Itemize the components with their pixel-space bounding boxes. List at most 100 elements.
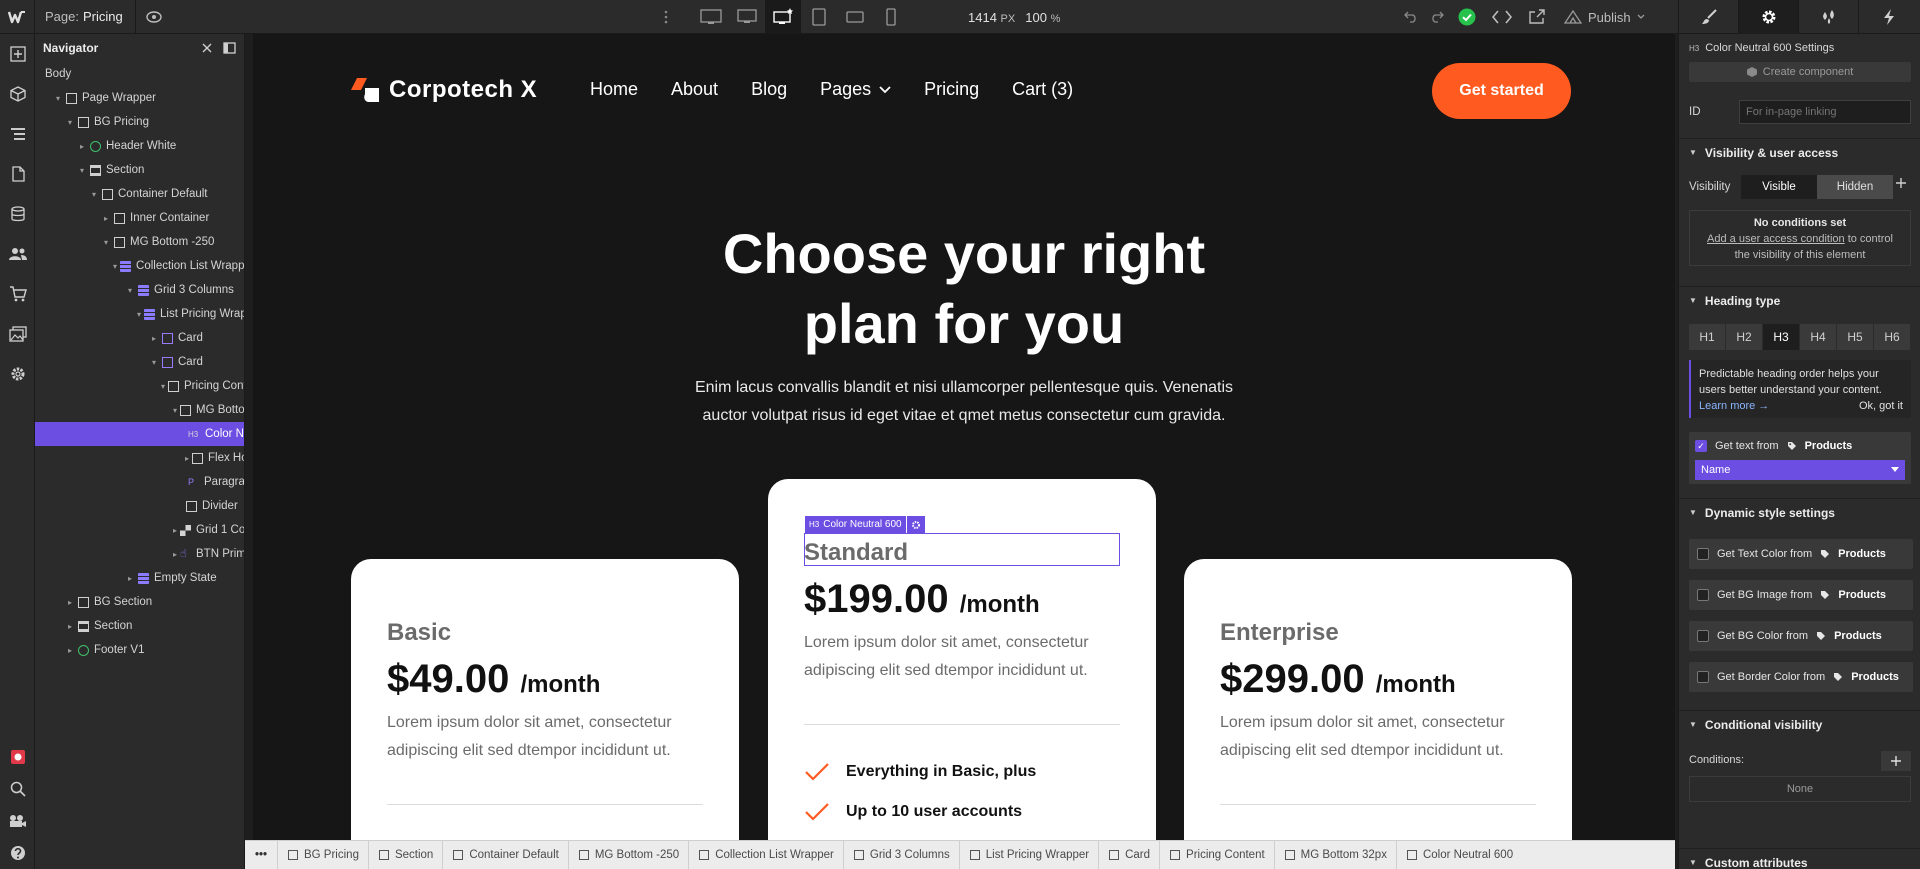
page-selector[interactable]: Page: Pricing	[35, 0, 136, 34]
navigator-item[interactable]: ▾ Pricing Content	[35, 374, 244, 398]
undo-icon[interactable]	[1398, 0, 1424, 34]
caret-right-icon[interactable]: ▸	[173, 550, 177, 559]
navigator-item[interactable]: ▾ BG Pricing	[35, 110, 244, 134]
navigator-item[interactable]: ▸ Inner Container	[35, 206, 244, 230]
navigator-item[interactable]: ▾ Card	[35, 350, 244, 374]
code-icon[interactable]	[1484, 0, 1520, 34]
field-select[interactable]: Name	[1695, 460, 1905, 480]
navigator-item[interactable]: ▾ Section	[35, 158, 244, 182]
collapse-all-icon[interactable]	[201, 42, 213, 54]
nav-link-pricing[interactable]: Pricing	[924, 79, 979, 100]
dynamic-bg-image-row[interactable]: Get BG Image from Products	[1689, 580, 1913, 610]
dynamic-border-color-row[interactable]: Get Border Color from Products	[1689, 662, 1913, 692]
dynamic-checkbox[interactable]	[1697, 589, 1709, 601]
navigator-item[interactable]: ▸☝ BTN Primary	[35, 542, 244, 566]
heading-level-h4-button[interactable]: H4	[1800, 324, 1837, 350]
assets-images-icon[interactable]	[0, 314, 35, 354]
dynamic-checkbox[interactable]	[1697, 548, 1709, 560]
navigator-item[interactable]: ▾ Page Wrapper	[35, 86, 244, 110]
caret-down-icon[interactable]: ▾	[161, 382, 165, 391]
visibility-section-header[interactable]: ▼ Visibility & user access	[1679, 138, 1920, 166]
breakpoint-xl-icon[interactable]	[729, 0, 765, 34]
navigator-item[interactable]: ▾ Grid 3 Columns	[35, 278, 244, 302]
navigator-item[interactable]: P Paragraph	[35, 470, 244, 494]
navigator-item[interactable]: ▸ Flex Horizontal	[35, 446, 244, 470]
get-text-checkbox[interactable]: ✓	[1695, 440, 1707, 452]
navigator-item[interactable]: ▸ Section	[35, 614, 244, 638]
more-vertical-icon[interactable]	[648, 0, 684, 34]
nav-dropdown-pages[interactable]: Pages	[820, 79, 891, 100]
nav-link-about[interactable]: About	[671, 79, 718, 100]
navigator-layers-icon[interactable]	[0, 114, 35, 154]
caret-down-icon[interactable]: ▾	[173, 406, 177, 415]
navigator-item[interactable]: H3 Color Neutral 600	[35, 422, 244, 446]
search-icon[interactable]	[0, 773, 35, 805]
webflow-logo[interactable]	[0, 0, 35, 34]
settings-gear-icon[interactable]	[1738, 0, 1798, 34]
pages-icon[interactable]	[0, 154, 35, 194]
heading-level-h1-button[interactable]: H1	[1689, 324, 1726, 350]
navigator-item[interactable]: ▸ BG Section	[35, 590, 244, 614]
caret-down-icon[interactable]: ▾	[77, 166, 87, 175]
heading-level-h6-button[interactable]: H6	[1874, 324, 1911, 350]
caret-down-icon[interactable]: ▾	[137, 310, 141, 319]
breadcrumb-item[interactable]: Container Default	[442, 840, 568, 869]
create-component-button[interactable]: Create component	[1689, 62, 1911, 82]
caret-right-icon[interactable]: ▸	[65, 598, 75, 607]
ecommerce-cart-icon[interactable]	[0, 274, 35, 314]
canvas-zoom[interactable]: 100	[1025, 10, 1047, 25]
caret-down-icon[interactable]: ▾	[149, 358, 159, 367]
breakpoint-tablet-icon[interactable]	[801, 0, 837, 34]
dock-panel-icon[interactable]	[223, 42, 236, 54]
element-settings-gear-icon[interactable]	[906, 516, 925, 533]
conditional-visibility-section-header[interactable]: ▼ Conditional visibility	[1679, 710, 1920, 738]
caret-down-icon[interactable]: ▾	[101, 238, 111, 247]
heading-type-section-header[interactable]: ▼ Heading type	[1679, 286, 1920, 314]
add-condition-icon[interactable]	[1881, 751, 1911, 771]
navigator-item[interactable]: ▾ List Pricing Wrapper	[35, 302, 244, 326]
learn-more-link[interactable]: Learn more →	[1699, 398, 1769, 414]
caret-right-icon[interactable]: ▸	[65, 622, 75, 631]
caret-down-icon[interactable]: ▾	[125, 286, 135, 295]
cms-database-icon[interactable]	[0, 194, 35, 234]
breadcrumb-item[interactable]: Section	[367, 840, 442, 869]
heading-level-h5-button[interactable]: H5	[1837, 324, 1874, 350]
caret-down-icon[interactable]: ▾	[53, 94, 63, 103]
interactions-drops-icon[interactable]	[1798, 0, 1858, 34]
selection-badge[interactable]: H3 Color Neutral 600	[805, 516, 925, 533]
export-icon[interactable]	[1520, 0, 1554, 34]
caret-down-icon[interactable]: ▾	[65, 118, 75, 127]
navigator-item[interactable]: Divider	[35, 494, 244, 518]
dynamic-text-color-row[interactable]: Get Text Color from Products	[1689, 539, 1913, 569]
caret-right-icon[interactable]: ▸	[125, 574, 135, 583]
nav-link-home[interactable]: Home	[590, 79, 638, 100]
breadcrumb-item[interactable]: Color Neutral 600	[1395, 840, 1522, 869]
id-input[interactable]	[1739, 100, 1911, 124]
navigator-item[interactable]: ▸ Card	[35, 326, 244, 350]
navigator-item[interactable]: Body	[35, 62, 244, 86]
caret-right-icon[interactable]: ▸	[65, 646, 75, 655]
breadcrumb-item[interactable]: BG Pricing	[277, 840, 368, 869]
add-condition-link[interactable]: Add a user access condition	[1707, 233, 1845, 245]
get-started-button[interactable]: Get started	[1432, 63, 1571, 119]
users-icon[interactable]	[0, 234, 35, 274]
pricing-card-enterprise[interactable]: Enterprise $299.00 /month Lorem ipsum do…	[1184, 559, 1572, 840]
navigator-item[interactable]: ▸ Grid 1 Column	[35, 518, 244, 542]
breadcrumb-item[interactable]: List Pricing Wrapper	[958, 840, 1098, 869]
site-logo[interactable]: Corpotech X	[351, 76, 537, 104]
components-cube-icon[interactable]	[0, 74, 35, 114]
preview-eye-icon[interactable]	[136, 0, 172, 34]
visible-option[interactable]: Visible	[1741, 175, 1817, 199]
navigator-item[interactable]: ▸ Footer V1	[35, 638, 244, 662]
lightning-icon[interactable]	[1858, 0, 1918, 34]
caret-right-icon[interactable]: ▸	[77, 142, 87, 151]
nav-link-blog[interactable]: Blog	[751, 79, 787, 100]
dynamic-bg-color-row[interactable]: Get BG Color from Products	[1689, 621, 1913, 651]
breakpoint-xxl-icon[interactable]	[693, 0, 729, 34]
caret-right-icon[interactable]: ▸	[185, 454, 189, 463]
caret-right-icon[interactable]: ▸	[173, 526, 177, 535]
caret-right-icon[interactable]: ▸	[101, 214, 111, 223]
navigator-item[interactable]: ▾ Collection List Wrapper	[35, 254, 244, 278]
breadcrumb-item[interactable]: MG Bottom -250	[567, 840, 688, 869]
pricing-card-basic[interactable]: Basic $49.00 /month Lorem ipsum dolor si…	[351, 559, 739, 840]
